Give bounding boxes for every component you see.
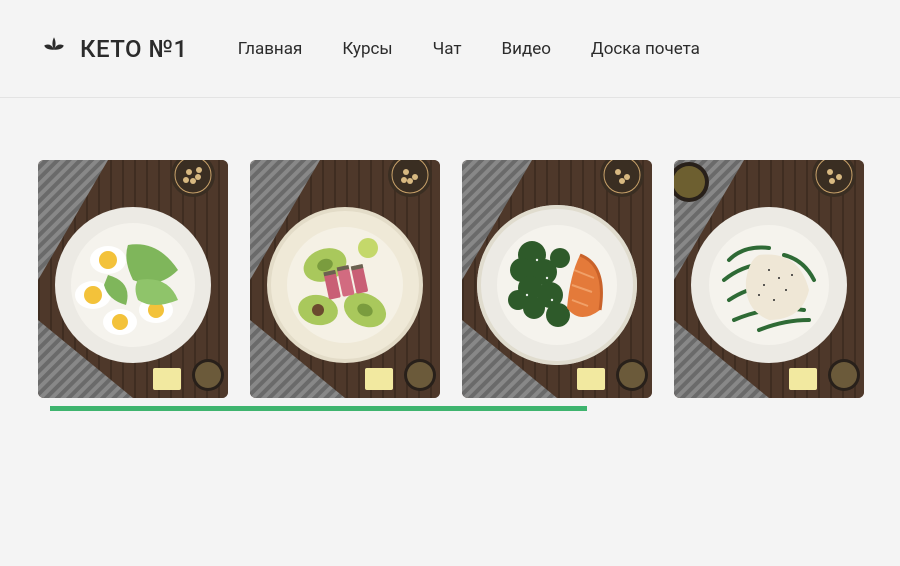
meal-cards-row bbox=[38, 160, 862, 398]
meal-card[interactable] bbox=[38, 160, 228, 398]
meal-image bbox=[38, 160, 228, 398]
header: КЕТО №1 Главная Курсы Чат Видео Доска по… bbox=[0, 0, 900, 98]
brand-name: КЕТО №1 bbox=[80, 35, 188, 63]
nav-chat[interactable]: Чат bbox=[433, 39, 462, 59]
content bbox=[0, 98, 900, 411]
carousel-progress[interactable] bbox=[50, 406, 660, 411]
meal-image bbox=[674, 160, 864, 398]
meal-card[interactable] bbox=[674, 160, 864, 398]
meal-card[interactable] bbox=[250, 160, 440, 398]
nav-home[interactable]: Главная bbox=[238, 39, 303, 59]
leaf-icon bbox=[40, 33, 68, 65]
nav-video[interactable]: Видео bbox=[502, 39, 551, 59]
meal-image bbox=[462, 160, 652, 398]
nav-board[interactable]: Доска почета bbox=[591, 39, 700, 59]
meal-card[interactable] bbox=[462, 160, 652, 398]
nav-courses[interactable]: Курсы bbox=[342, 39, 392, 59]
carousel-progress-fill bbox=[50, 406, 587, 411]
logo[interactable]: КЕТО №1 bbox=[40, 33, 188, 65]
meal-image bbox=[250, 160, 440, 398]
main-nav: Главная Курсы Чат Видео Доска почета bbox=[238, 39, 700, 59]
